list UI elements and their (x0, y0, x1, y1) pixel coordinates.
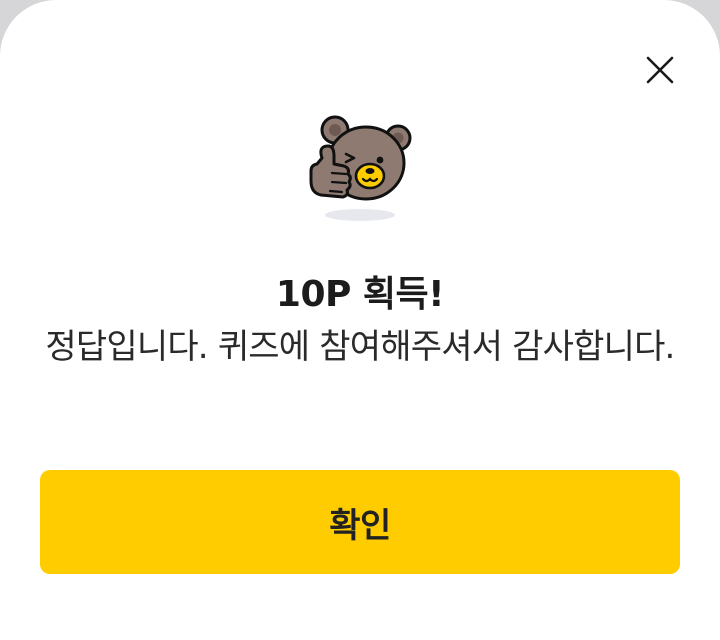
close-icon (646, 56, 674, 84)
confirm-button-label: 확인 (329, 505, 391, 546)
confirm-button[interactable]: 확인 (40, 470, 680, 574)
close-button[interactable] (640, 50, 680, 90)
bear-thumbs-up-icon (309, 115, 412, 221)
dialog-message: 정답입니다. 퀴즈에 참여해주셔서 감사합니다. (45, 327, 675, 367)
dialog-title: 10P 획득! (275, 274, 445, 315)
reward-dialog: 10P 획득! 정답입니다. 퀴즈에 참여해주셔서 감사합니다. 확인 (0, 0, 720, 640)
